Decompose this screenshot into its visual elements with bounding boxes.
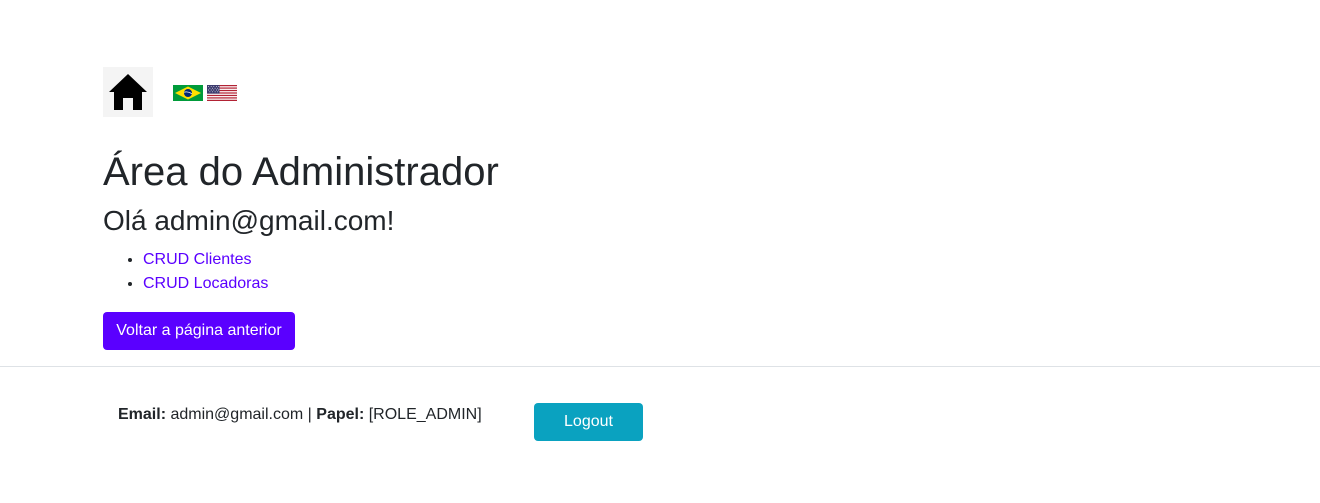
footer-divider	[0, 366, 1320, 367]
usa-flag-icon	[207, 85, 237, 101]
role-value: [ROLE_ADMIN]	[368, 406, 482, 423]
email-value: admin@gmail.com	[170, 406, 304, 423]
top-nav	[103, 67, 237, 117]
greeting-heading: Olá admin@gmail.com!	[103, 205, 395, 236]
back-button[interactable]: Voltar a página anterior	[103, 312, 295, 350]
list-item: CRUD Clientes	[143, 248, 268, 272]
user-info: Email: admin@gmail.com | Papel: [ROLE_AD…	[118, 405, 482, 425]
crud-locadoras-link[interactable]: CRUD Locadoras	[143, 275, 268, 292]
language-pt-br-link[interactable]	[173, 85, 203, 101]
language-en-us-link[interactable]	[207, 85, 237, 101]
brazil-flag-icon	[173, 85, 203, 101]
admin-links-list: CRUD Clientes CRUD Locadoras	[103, 248, 268, 296]
page-title: Área do Administrador	[103, 150, 499, 194]
home-icon	[109, 74, 147, 110]
list-item: CRUD Locadoras	[143, 272, 268, 296]
role-label: Papel:	[316, 406, 365, 423]
email-label: Email:	[118, 406, 167, 423]
logout-button[interactable]: Logout	[534, 403, 643, 441]
home-link[interactable]	[103, 67, 153, 117]
page: Área do Administrador Olá admin@gmail.co…	[0, 0, 1320, 503]
crud-clientes-link[interactable]: CRUD Clientes	[143, 251, 251, 268]
separator: |	[307, 406, 312, 423]
